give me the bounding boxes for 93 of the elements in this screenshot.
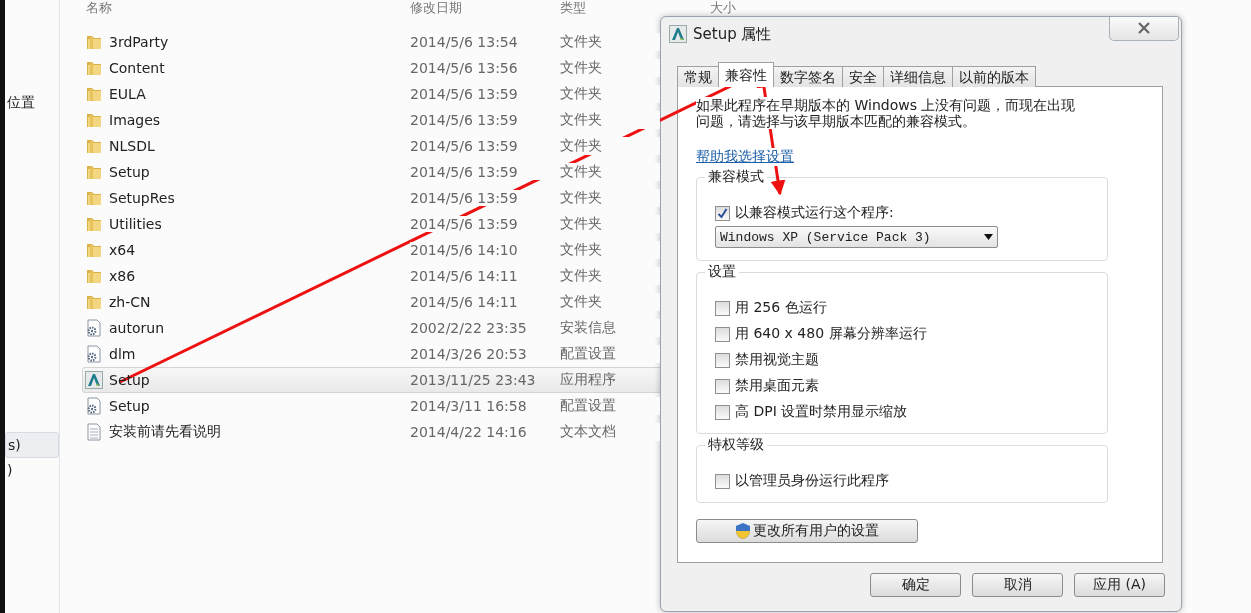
close-button[interactable] (1109, 17, 1179, 41)
file-name: Utilities (109, 216, 162, 232)
folder-icon (85, 241, 103, 259)
option-label: 禁用桌面元素 (735, 377, 819, 395)
group-title: 特权等级 (705, 436, 767, 454)
dialog-button[interactable]: 确定 (870, 573, 961, 597)
app-logo-icon (85, 371, 103, 389)
folder-icon (85, 293, 103, 311)
file-name: autorun (109, 320, 164, 336)
shield-icon (735, 522, 751, 540)
group-title: 兼容模式 (705, 168, 767, 186)
settings-file-icon (85, 319, 103, 337)
dialog-button[interactable]: 应用 (A) (1074, 573, 1165, 597)
change-settings-button[interactable]: 更改所有用户的设置 (696, 519, 918, 543)
help-link[interactable]: 帮助我选择设置 (696, 148, 794, 166)
dropdown-value: Windows XP (Service Pack 3) (720, 229, 931, 245)
file-row[interactable]: x86 2014/5/6 14:11 文件夹 (82, 263, 682, 289)
file-row[interactable]: 3rdParty 2014/5/6 13:54 文件夹 (82, 29, 682, 55)
file-name: Content (109, 60, 165, 76)
file-row[interactable]: autorun 2002/2/22 23:35 安装信息 (82, 315, 682, 341)
tab[interactable]: 数字签名 (773, 66, 843, 87)
column-header[interactable]: 大小 (710, 0, 736, 16)
option-label: 禁用视觉主题 (735, 351, 819, 369)
check-icon (717, 207, 728, 219)
file-name: SetupRes (109, 190, 175, 206)
folder-icon (85, 59, 103, 77)
checkbox[interactable] (715, 326, 730, 342)
file-row[interactable]: x64 2014/5/6 14:10 文件夹 (82, 237, 682, 263)
file-name: x64 (109, 242, 136, 258)
file-name: Images (109, 112, 161, 128)
option-label: 高 DPI 设置时禁用显示缩放 (735, 403, 908, 421)
checkbox[interactable] (715, 378, 730, 394)
dialog-button[interactable]: 取消 (972, 573, 1063, 597)
tab[interactable]: 安全 (842, 66, 884, 87)
tab[interactable]: 常规 (677, 66, 719, 87)
file-row[interactable]: Images 2014/5/6 13:59 文件夹 (82, 107, 682, 133)
file-row[interactable]: Utilities 2014/5/6 13:59 文件夹 (82, 211, 682, 237)
option-label: 用 256 色运行 (735, 299, 827, 317)
column-header[interactable]: 名称 (82, 0, 410, 16)
close-icon (1137, 21, 1151, 34)
file-name: Setup (109, 372, 150, 388)
settings-file-icon (85, 397, 103, 415)
file-row[interactable]: SetupRes 2014/5/6 13:59 文件夹 (82, 185, 682, 211)
modified-date: 2013/11/25 23:43 (410, 372, 537, 388)
tab[interactable]: 详细信息 (883, 66, 953, 87)
file-row[interactable]: NLSDL 2014/5/6 13:59 文件夹 (82, 133, 682, 159)
file-name: Setup (109, 398, 150, 414)
dropdown[interactable]: Windows XP (Service Pack 3) (715, 226, 998, 248)
file-row[interactable]: Setup 2014/3/11 16:58 配置设置 (82, 393, 682, 419)
checkbox[interactable] (715, 404, 730, 420)
file-row[interactable]: dlm 2014/3/26 20:53 配置设置 (82, 341, 682, 367)
column-header[interactable]: 类型 (560, 0, 710, 16)
file-name: Setup (109, 164, 150, 180)
sidebar-item[interactable]: s) (5, 432, 59, 458)
file-name: 3rdParty (109, 34, 169, 50)
settings-file-icon (85, 345, 103, 363)
folder-icon (85, 267, 103, 285)
file-name: NLSDL (109, 138, 155, 154)
text-file-icon (85, 423, 103, 441)
app-logo-icon (669, 25, 687, 43)
modified-date: 2014/5/6 13:59 (410, 164, 560, 180)
file-row[interactable]: Setup 2014/5/6 13:59 文件夹 (82, 159, 682, 185)
file-row[interactable]: zh-CN 2014/5/6 14:11 文件夹 (82, 289, 682, 315)
file-name: EULA (109, 86, 146, 102)
sidebar-item[interactable]: ) (5, 458, 59, 482)
folder-icon (85, 85, 103, 103)
file-type: 应用程序 (560, 371, 617, 389)
file-name: 安装前请先看说明 (109, 423, 221, 441)
caret-icon (984, 234, 993, 240)
column-header[interactable]: 修改日期 (410, 0, 560, 16)
option-label: 用 640 x 480 屏幕分辨率运行 (735, 325, 927, 343)
checkbox[interactable] (715, 300, 730, 316)
folder-icon (85, 33, 103, 51)
file-name: zh-CN (109, 294, 151, 310)
window-title: Setup 属性 (693, 24, 772, 44)
group-title: 设置 (705, 263, 739, 281)
file-name: x86 (109, 268, 136, 284)
checkbox[interactable] (715, 473, 730, 489)
sidebar-item[interactable]: 位置 (5, 90, 59, 114)
folder-icon (85, 137, 103, 155)
checkbox[interactable] (715, 352, 730, 368)
folder-icon (85, 189, 103, 207)
file-type: 文件夹 (560, 111, 660, 129)
file-name: dlm (109, 346, 136, 362)
checkbox[interactable] (715, 205, 730, 221)
tab[interactable]: 兼容性 (718, 62, 774, 87)
option-label: 以兼容模式运行这个程序: (735, 204, 894, 222)
file-row[interactable]: 安装前请先看说明 2014/4/22 14:16 文本文档 (82, 419, 682, 445)
folder-icon (85, 215, 103, 233)
tab[interactable]: 以前的版本 (952, 66, 1036, 87)
folder-icon (85, 163, 103, 181)
folder-icon (85, 111, 103, 129)
option-label: 以管理员身份运行此程序 (735, 472, 889, 490)
